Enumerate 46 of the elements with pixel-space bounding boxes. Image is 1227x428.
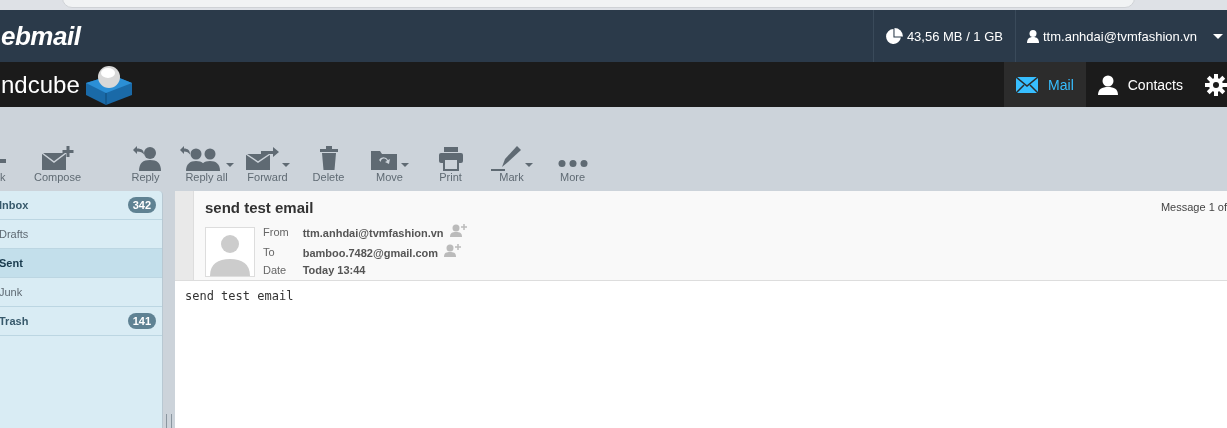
folder-item[interactable]: Junk [0, 278, 162, 307]
compose-button[interactable]: Compose [27, 143, 88, 183]
person-icon [1097, 74, 1118, 95]
envelope-icon [1016, 76, 1039, 93]
avatar-icon [205, 227, 255, 277]
unread-count: 141 [127, 313, 156, 329]
reply-all-icon [179, 145, 223, 171]
compose-icon [40, 145, 75, 171]
back-button[interactable]: k [0, 143, 6, 183]
message-subject: send test email [205, 199, 314, 216]
message-body: send test email [184, 288, 295, 305]
logo: ebmail [1, 20, 81, 52]
caret-icon [1213, 33, 1224, 39]
logo: ndcube [1, 70, 80, 99]
move-button[interactable]: Move [359, 143, 420, 183]
print-button[interactable]: Print [420, 143, 481, 183]
more-button[interactable]: More [542, 143, 603, 183]
caret-icon[interactable] [525, 163, 533, 167]
caret-icon[interactable] [282, 163, 290, 167]
forward-icon [245, 145, 279, 171]
forward-button[interactable]: Forward [237, 143, 298, 183]
field-value: bamboo.7482@gmail.com [302, 247, 440, 259]
field-value: Today 13:44 [302, 264, 367, 276]
highlighter-icon [490, 145, 522, 171]
unread-count: 342 [127, 197, 156, 213]
trash-icon [318, 145, 339, 171]
pie-chart-icon [885, 27, 903, 45]
message-counter: Message 1 of [1160, 201, 1227, 213]
replyall-button[interactable]: Reply all [176, 143, 237, 183]
more-icon [557, 160, 588, 167]
mark-button[interactable]: Mark [481, 143, 542, 183]
field-label: Date [263, 263, 303, 280]
reply-button[interactable]: Reply [115, 143, 176, 183]
field-label: To [263, 243, 303, 263]
printer-icon [437, 145, 464, 171]
caret-icon[interactable] [401, 163, 409, 167]
delete-button[interactable]: Delete [298, 143, 359, 183]
mail-tab[interactable]: Mail [1004, 62, 1086, 107]
caret-icon[interactable] [226, 163, 234, 167]
field-value: ttm.anhdai@tvmfashion.vn [302, 227, 445, 239]
contacts-tab[interactable]: Contacts [1085, 62, 1195, 107]
folder-item[interactable]: Inbox 342 [0, 191, 162, 220]
folder-item[interactable]: Sent [0, 249, 162, 278]
splitter-handle[interactable] [166, 414, 172, 428]
field-label: From [263, 223, 303, 243]
person-icon [1027, 29, 1039, 43]
